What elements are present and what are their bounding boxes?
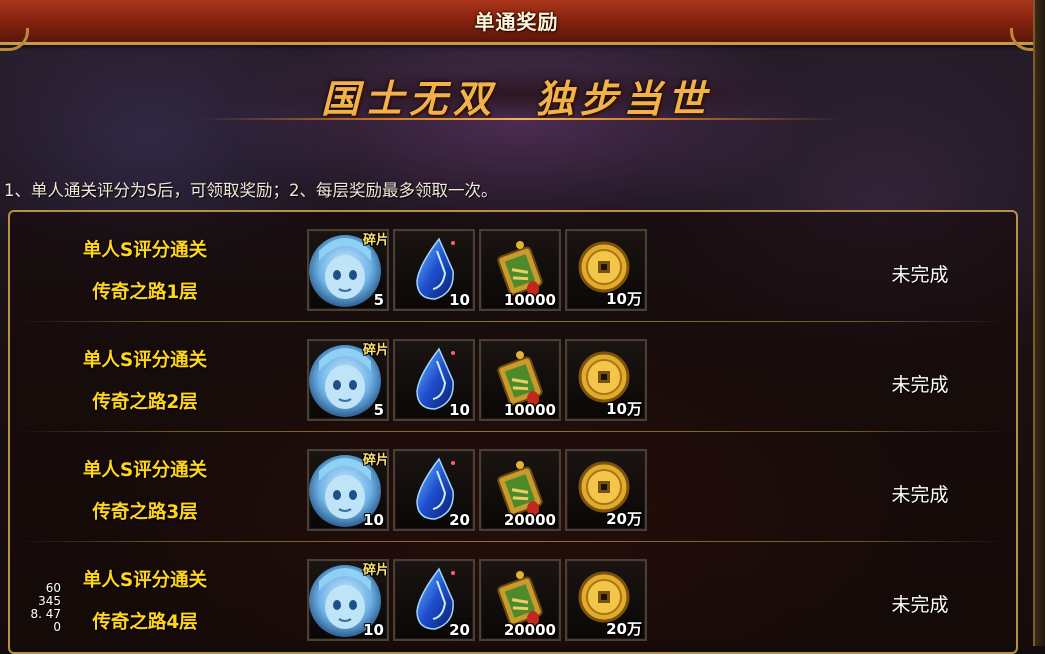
completion-status: 未完成 bbox=[891, 594, 949, 616]
reward-quantity: 10000 bbox=[503, 401, 556, 419]
reward-row: 单人S评分通关 传奇之路4层 碎片 10 20 20000 20万 未完成 bbox=[10, 542, 1016, 652]
reward-slot-coin[interactable]: 10万 bbox=[565, 229, 647, 311]
reward-quantity: 10000 bbox=[503, 291, 556, 309]
reward-row: 单人S评分通关 传奇之路1层 碎片 5 10 10000 10万 未完成 bbox=[10, 212, 1016, 322]
reward-quantity: 10万 bbox=[606, 400, 642, 418]
window-title: 单通奖励 bbox=[474, 10, 559, 34]
debug-stats-overlay: 60 345 8. 47 0 bbox=[25, 582, 61, 634]
reward-slot-coin[interactable]: 20万 bbox=[565, 559, 647, 641]
reward-quantity: 20万 bbox=[606, 510, 642, 528]
reward-slot-crystal[interactable]: 10 bbox=[393, 229, 475, 311]
reward-row: 单人S评分通关 传奇之路3层 碎片 10 20 20000 20万 未完成 bbox=[10, 432, 1016, 542]
reward-slot-crystal[interactable]: 10 bbox=[393, 339, 475, 421]
debug-line: 0 bbox=[53, 620, 61, 634]
row-floor: 传奇之路4层 bbox=[92, 612, 198, 633]
reward-list-panel[interactable]: 单人S评分通关 传奇之路1层 碎片 5 10 10000 10万 未完成 单人S… bbox=[8, 210, 1018, 654]
reward-quantity: 10 bbox=[449, 291, 470, 309]
fragment-tag: 碎片 bbox=[362, 453, 389, 468]
reward-quantity: 10 bbox=[363, 621, 384, 639]
rules-text: 1、单人通关评分为S后，可领取奖励；2、每层奖励最多领取一次。 bbox=[4, 181, 498, 200]
reward-quantity: 20000 bbox=[503, 511, 556, 529]
reward-quantity: 20 bbox=[449, 621, 470, 639]
right-frame-border bbox=[1033, 0, 1045, 646]
reward-slot-crystal[interactable]: 20 bbox=[393, 559, 475, 641]
reward-slot-hero-fragment[interactable]: 碎片 10 bbox=[307, 449, 389, 531]
reward-slot-scroll[interactable]: 20000 bbox=[479, 449, 561, 531]
reward-quantity: 10 bbox=[363, 511, 384, 529]
row-floor: 传奇之路2层 bbox=[92, 392, 198, 413]
slogan-text: 国士无双 独步当世 bbox=[321, 76, 712, 121]
reward-slot-scroll[interactable]: 20000 bbox=[479, 559, 561, 641]
reward-slot-scroll[interactable]: 10000 bbox=[479, 229, 561, 311]
reward-quantity: 10 bbox=[449, 401, 470, 419]
reward-slot-hero-fragment[interactable]: 碎片 5 bbox=[307, 229, 389, 311]
reward-quantity: 20万 bbox=[606, 620, 642, 638]
banner-underline bbox=[200, 118, 840, 120]
reward-quantity: 20000 bbox=[503, 621, 556, 639]
row-floor: 传奇之路1层 bbox=[92, 282, 198, 303]
reward-row: 单人S评分通关 传奇之路2层 碎片 5 10 10000 10万 未完成 bbox=[10, 322, 1016, 432]
row-condition: 单人S评分通关 bbox=[82, 460, 208, 481]
fragment-tag: 碎片 bbox=[362, 233, 389, 248]
reward-slot-hero-fragment[interactable]: 碎片 5 bbox=[307, 339, 389, 421]
reward-slot-scroll[interactable]: 10000 bbox=[479, 339, 561, 421]
row-condition: 单人S评分通关 bbox=[82, 240, 208, 261]
reward-slot-coin[interactable]: 10万 bbox=[565, 339, 647, 421]
title-bar: 单通奖励 bbox=[0, 0, 1033, 45]
completion-status: 未完成 bbox=[891, 374, 949, 396]
reward-quantity: 5 bbox=[373, 291, 384, 309]
reward-quantity: 20 bbox=[449, 511, 470, 529]
row-floor: 传奇之路3层 bbox=[92, 502, 198, 523]
reward-slot-coin[interactable]: 20万 bbox=[565, 449, 647, 531]
reward-slot-crystal[interactable]: 20 bbox=[393, 449, 475, 531]
completion-status: 未完成 bbox=[891, 264, 949, 286]
reward-slot-hero-fragment[interactable]: 碎片 10 bbox=[307, 559, 389, 641]
completion-status: 未完成 bbox=[891, 484, 949, 506]
row-condition: 单人S评分通关 bbox=[82, 350, 208, 371]
reward-quantity: 5 bbox=[373, 401, 384, 419]
reward-quantity: 10万 bbox=[606, 290, 642, 308]
fragment-tag: 碎片 bbox=[362, 563, 389, 578]
row-condition: 单人S评分通关 bbox=[82, 570, 208, 591]
fragment-tag: 碎片 bbox=[362, 343, 389, 358]
